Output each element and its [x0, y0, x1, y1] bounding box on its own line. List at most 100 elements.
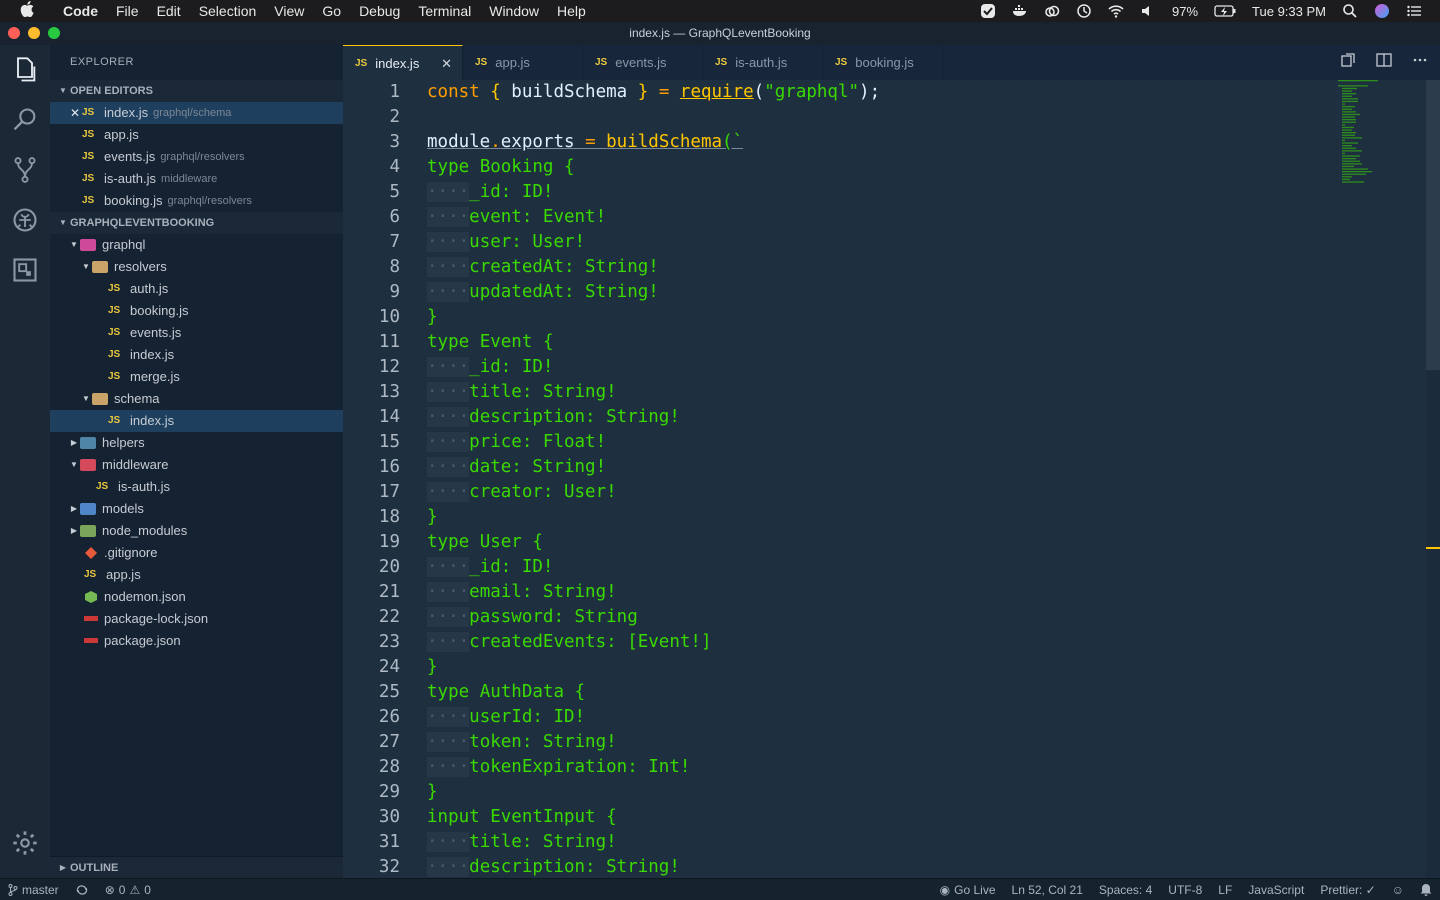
creative-cloud-icon[interactable]	[1036, 3, 1068, 19]
tree-folder-helpers[interactable]: ▶ helpers	[50, 432, 343, 454]
volume-icon[interactable]	[1132, 3, 1164, 19]
menu-terminal[interactable]: Terminal	[409, 0, 480, 22]
menu-go[interactable]: Go	[313, 0, 350, 22]
outline-header[interactable]: ▶ OUTLINE	[50, 856, 343, 878]
tree-folder-node-modules[interactable]: ▶ node_modules	[50, 520, 343, 542]
indentation[interactable]: Spaces: 4	[1091, 883, 1160, 897]
tree-folder-schema[interactable]: ▼ schema	[50, 388, 343, 410]
js-file-icon: JS	[108, 327, 121, 338]
tab-label: events.js	[615, 55, 667, 70]
line-number: 19	[378, 532, 400, 552]
tab-events-js[interactable]: JS events.js	[583, 45, 703, 80]
wifi-icon[interactable]	[1100, 3, 1132, 19]
feedback-smiley-icon[interactable]: ☺	[1384, 883, 1412, 897]
scrollbar-thumb[interactable]	[1426, 80, 1440, 370]
minimap[interactable]	[1338, 80, 1428, 200]
tree-label: .gitignore	[104, 545, 158, 560]
open-editor-item[interactable]: JS booking.js graphql/resolvers	[50, 190, 343, 212]
tree-folder-models[interactable]: ▶ models	[50, 498, 343, 520]
menu-window[interactable]: Window	[480, 0, 548, 22]
minimize-window-button[interactable]	[28, 27, 40, 39]
tree-file-package[interactable]: package.json	[50, 630, 343, 652]
tree-file-index[interactable]: JS index.js	[50, 344, 343, 366]
minimap-line	[1342, 160, 1360, 162]
code-editor[interactable]: 1 const { buildSchema } = require("graphq…	[343, 80, 1343, 878]
more-actions-icon[interactable]	[1412, 52, 1428, 73]
clock[interactable]: Tue 9:33 PM	[1244, 4, 1334, 19]
tree-folder-resolvers[interactable]: ▼ resolvers	[50, 256, 343, 278]
search-icon[interactable]	[0, 95, 50, 145]
settings-gear-icon[interactable]	[0, 818, 50, 868]
tree-label: schema	[114, 391, 160, 406]
tree-folder-graphql[interactable]: ▼ graphql	[50, 234, 343, 256]
vertical-scrollbar[interactable]	[1426, 80, 1440, 878]
schema-field: user: User!	[469, 232, 586, 252]
close-tab-icon[interactable]: ✕	[441, 46, 452, 81]
menu-selection[interactable]: Selection	[190, 0, 266, 22]
tree-file-auth[interactable]: JS auth.js	[50, 278, 343, 300]
encoding[interactable]: UTF-8	[1160, 883, 1210, 897]
battery-icon[interactable]	[1206, 3, 1244, 19]
spotlight-search-icon[interactable]	[1334, 3, 1366, 19]
split-editor-icon[interactable]	[1376, 52, 1392, 73]
extensions-icon[interactable]	[0, 245, 50, 295]
time-machine-icon[interactable]	[1068, 3, 1100, 19]
tab-index-js[interactable]: JS index.js ✕	[343, 45, 463, 80]
zoom-window-button[interactable]	[48, 27, 60, 39]
language-mode[interactable]: JavaScript	[1240, 883, 1312, 897]
tab-label: is-auth.js	[735, 55, 788, 70]
close-icon[interactable]: ✕	[68, 102, 82, 124]
source-control-icon[interactable]	[0, 145, 50, 195]
tree-file-events[interactable]: JS events.js	[50, 322, 343, 344]
open-changes-icon[interactable]	[1340, 52, 1356, 73]
outline-label: OUTLINE	[70, 861, 119, 874]
open-editors-header[interactable]: ▼ OPEN EDITORS	[50, 80, 343, 102]
menu-edit[interactable]: Edit	[148, 0, 190, 22]
menu-debug[interactable]: Debug	[350, 0, 409, 22]
project-header[interactable]: ▼ GRAPHQLEVENTBOOKING	[50, 212, 343, 234]
line-number: 23	[378, 632, 400, 652]
debug-icon[interactable]	[0, 195, 50, 245]
tree-folder-middleware[interactable]: ▼ middleware	[50, 454, 343, 476]
tree-file-merge[interactable]: JS merge.js	[50, 366, 343, 388]
tree-file-is-auth[interactable]: JS is-auth.js	[50, 476, 343, 498]
end-of-line[interactable]: LF	[1210, 883, 1240, 897]
line-number: 3	[389, 132, 400, 152]
close-window-button[interactable]	[8, 27, 20, 39]
status-bar-right: ◉ Go Live Ln 52, Col 21 Spaces: 4 UTF-8 L…	[932, 883, 1440, 897]
apple-icon[interactable]	[0, 1, 54, 21]
problems-indicator[interactable]: ⊗ 0 ⚠ 0	[97, 883, 159, 897]
notifications-bell-icon[interactable]	[1412, 883, 1440, 896]
tab-booking-js[interactable]: JS booking.js	[823, 45, 943, 80]
sync-icon[interactable]	[67, 884, 97, 896]
tree-file-package-lock[interactable]: package-lock.json	[50, 608, 343, 630]
open-editor-item[interactable]: JS app.js	[50, 124, 343, 146]
menu-help[interactable]: Help	[548, 0, 595, 22]
tree-file-nodemon[interactable]: nodemon.json	[50, 586, 343, 608]
brace: {	[606, 807, 617, 827]
menu-app-code[interactable]: Code	[54, 0, 107, 22]
open-editor-item[interactable]: JS events.js graphql/resolvers	[50, 146, 343, 168]
siri-icon[interactable]	[1366, 3, 1398, 19]
open-editor-item[interactable]: ✕ JS index.js graphql/schema	[50, 102, 343, 124]
tree-file-app[interactable]: JS app.js	[50, 564, 343, 586]
menu-view[interactable]: View	[265, 0, 313, 22]
tree-file-schema-index[interactable]: JS index.js	[50, 410, 343, 432]
go-live-button[interactable]: ◉ Go Live	[932, 883, 1004, 897]
open-editor-item[interactable]: JS is-auth.js middleware	[50, 168, 343, 190]
menu-file[interactable]: File	[107, 0, 148, 22]
docker-icon[interactable]	[1004, 3, 1036, 19]
notification-center-icon[interactable]	[1398, 3, 1430, 19]
function-call: buildSchema	[606, 132, 723, 152]
tab-is-auth-js[interactable]: JS is-auth.js	[703, 45, 823, 80]
cursor-position[interactable]: Ln 52, Col 21	[1004, 883, 1091, 897]
tree-file-gitignore[interactable]: .gitignore	[50, 542, 343, 564]
branch-indicator[interactable]: master	[0, 883, 67, 897]
explorer-icon[interactable]	[0, 45, 50, 95]
tab-app-js[interactable]: JS app.js	[463, 45, 583, 80]
tree-file-booking[interactable]: JS booking.js	[50, 300, 343, 322]
checkbox-app-icon[interactable]	[972, 3, 1004, 19]
minimap-line	[1342, 126, 1354, 129]
minimap-line	[1342, 106, 1355, 108]
prettier-status[interactable]: Prettier: ✓	[1312, 883, 1383, 897]
